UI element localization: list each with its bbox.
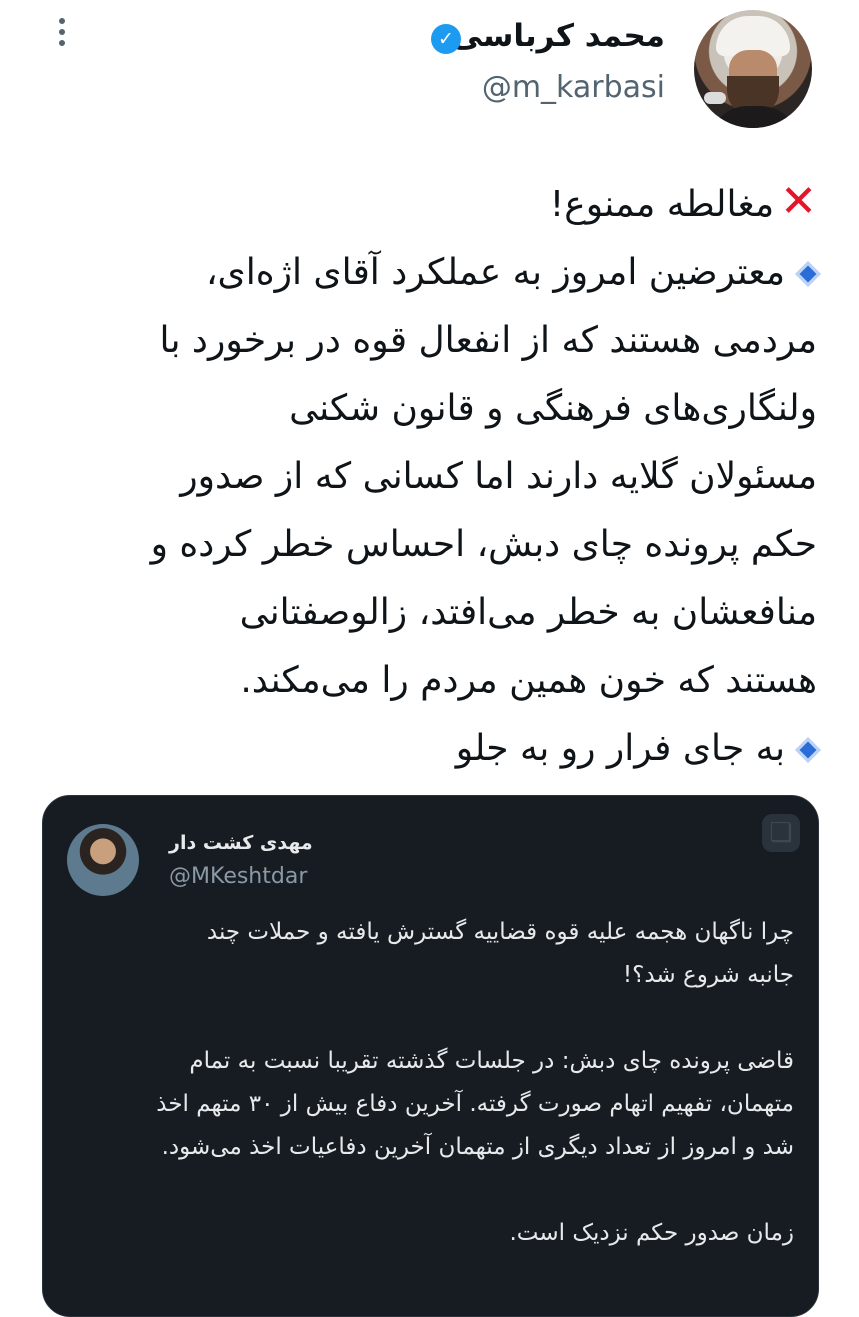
- quoted-author-display-name[interactable]: مهدی کشت دار: [169, 832, 313, 854]
- quoted-author-avatar[interactable]: [67, 824, 139, 896]
- quoted-line: متهمان، تفهیم اتهام صورت گرفته. آخرین دف…: [156, 1091, 794, 1117]
- quoted-author-handle[interactable]: @MKeshtdar: [169, 864, 307, 889]
- quoted-line: چرا ناگهان هجمه علیه قوه قضاییه گسترش یا…: [206, 919, 794, 945]
- quoted-line: زمان صدور حکم نزدیک است.: [509, 1220, 795, 1246]
- app-logo-icon: ❏: [762, 814, 800, 852]
- author-handle[interactable]: @m_karbasi: [482, 70, 665, 105]
- author-avatar[interactable]: [694, 10, 812, 128]
- blue-diamond-icon: [795, 261, 821, 287]
- quoted-line: شد و امروز از تعداد دیگری از متهمان آخری…: [161, 1134, 794, 1160]
- tweet-line: منافعشان به خطر می‌افتد، زالوصفتانی: [239, 592, 817, 633]
- tweet-line: به جای فرار رو به جلو: [42, 715, 821, 783]
- blue-diamond-icon: [795, 737, 821, 763]
- verified-badge-icon: ✓: [431, 24, 461, 54]
- tweet-line: مسئولان گلایه دارند اما کسانی که از صدور: [180, 456, 817, 497]
- tweet-line: ولنگاری‌های فرهنگی و قانون شکنی: [289, 388, 817, 429]
- more-options-icon[interactable]: [50, 14, 74, 50]
- quoted-line: قاضی پرونده چای دبش: در جلسات گذشته تقری…: [189, 1048, 794, 1074]
- quoted-tweet-card[interactable]: مهدی کشت دار @MKeshtdar ❏ چرا ناگهان هجم…: [42, 795, 819, 1317]
- tweet: محمد کرباسی ✓ @m_karbasi ✕مغالطه ممنوع! …: [0, 0, 859, 1317]
- tweet-text: ✕مغالطه ممنوع! معترضین امروز به عملکرد آ…: [42, 168, 821, 783]
- tweet-line: مردمی هستند که از انفعال قوه در برخورد ب…: [159, 320, 817, 361]
- tweet-line: معترضین امروز به عملکرد آقای اژه‌ای،: [42, 239, 821, 307]
- cross-mark-icon: ✕: [780, 176, 817, 227]
- author-display-name[interactable]: محمد کرباسی: [452, 18, 665, 54]
- tweet-line: حکم پرونده چای دبش، احساس خطر کرده و: [150, 524, 817, 565]
- tweet-line: هستند که خون همین مردم را می‌مکند.: [240, 660, 817, 701]
- quoted-line: جانبه شروع شد؟!: [622, 962, 794, 988]
- quoted-tweet-text: چرا ناگهان هجمه علیه قوه قضاییه گسترش یا…: [64, 911, 794, 1255]
- tweet-line: ✕مغالطه ممنوع!: [549, 176, 817, 227]
